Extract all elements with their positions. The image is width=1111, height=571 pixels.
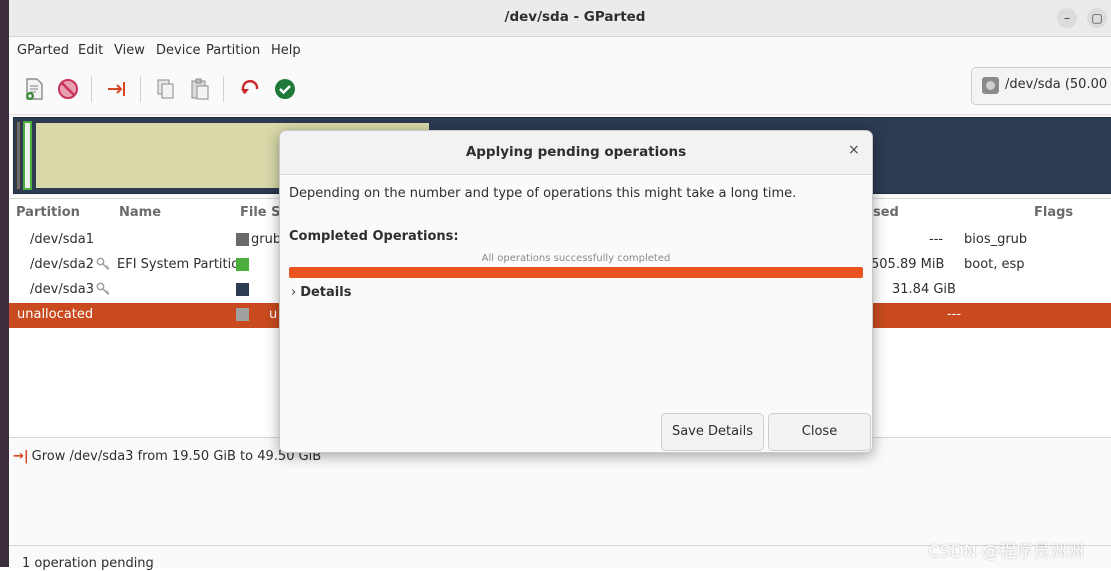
details-label: Details bbox=[300, 285, 352, 300]
partition-filesystem: u bbox=[269, 307, 278, 322]
key-icon bbox=[96, 282, 110, 295]
pending-operation-item[interactable]: →| Grow /dev/sda3 from 19.50 GiB to 49.50… bbox=[13, 449, 321, 464]
applying-operations-dialog: Applying pending operations × Depending … bbox=[279, 130, 873, 453]
partition-name: EFI System Partition bbox=[117, 257, 248, 272]
menu-partition[interactable]: Partition bbox=[206, 43, 260, 58]
title-bar: /dev/sda - GParted – ▢ bbox=[9, 0, 1111, 37]
column-header-partition[interactable]: Partition bbox=[16, 205, 80, 220]
partition-path: /dev/sda2 bbox=[30, 257, 94, 272]
menu-device[interactable]: Device bbox=[156, 43, 200, 58]
filesystem-color-swatch bbox=[236, 233, 249, 246]
partition-used: 31.84 GiB bbox=[892, 282, 956, 297]
resize-move-icon[interactable] bbox=[105, 77, 129, 101]
filesystem-color-swatch bbox=[236, 258, 249, 271]
details-expander[interactable]: › Details bbox=[291, 285, 351, 300]
copy-icon[interactable] bbox=[154, 77, 178, 101]
background-window-edge bbox=[0, 0, 9, 567]
status-text: 1 operation pending bbox=[22, 556, 154, 571]
undo-icon[interactable] bbox=[238, 77, 262, 101]
toolbar-separator bbox=[91, 76, 92, 102]
disk-segment-sda2[interactable] bbox=[23, 121, 32, 190]
column-header-flags[interactable]: Flags bbox=[1034, 205, 1073, 220]
dialog-message: Depending on the number and type of oper… bbox=[289, 186, 797, 201]
pending-operations-panel: →| Grow /dev/sda3 from 19.50 GiB to 49.50… bbox=[9, 437, 1111, 546]
filesystem-color-swatch bbox=[236, 308, 249, 321]
dialog-header: Applying pending operations × bbox=[280, 131, 872, 175]
partition-flags: bios_grub bbox=[964, 232, 1028, 247]
dialog-title: Applying pending operations bbox=[465, 144, 687, 160]
window-title: /dev/sda - GParted bbox=[504, 9, 646, 25]
progress-bar-fill bbox=[289, 267, 863, 278]
partition-path: /dev/sda1 bbox=[30, 232, 94, 247]
watermark-text: CSDN @程序员洲洲 bbox=[928, 542, 1084, 562]
menu-help[interactable]: Help bbox=[271, 43, 301, 58]
menu-bar: GParted Edit View Device Partition Help bbox=[9, 37, 1111, 64]
partition-path: unallocated bbox=[17, 307, 94, 322]
delete-partition-icon[interactable] bbox=[56, 77, 80, 101]
maximize-button[interactable]: ▢ bbox=[1087, 8, 1107, 28]
progress-text: All operations successfully completed bbox=[481, 253, 671, 264]
partition-filesystem: grub bbox=[251, 232, 282, 247]
partition-used: --- bbox=[929, 232, 944, 247]
toolbar-separator bbox=[140, 76, 141, 102]
toolbar-separator bbox=[223, 76, 224, 102]
menu-edit[interactable]: Edit bbox=[78, 43, 103, 58]
device-selector-label: /dev/sda (50.00 GiB bbox=[1005, 77, 1111, 92]
completed-operations-label: Completed Operations: bbox=[289, 229, 459, 244]
pending-operation-text: Grow /dev/sda3 from 19.50 GiB to 49.50 G… bbox=[31, 449, 322, 464]
toolbar: /dev/sda (50.00 GiB bbox=[9, 64, 1111, 115]
column-header-name[interactable]: Name bbox=[119, 205, 161, 220]
menu-view[interactable]: View bbox=[114, 43, 145, 58]
minimize-button[interactable]: – bbox=[1057, 8, 1077, 28]
new-partition-icon[interactable] bbox=[22, 77, 46, 101]
progress-bar bbox=[289, 267, 863, 278]
partition-path: /dev/sda3 bbox=[30, 282, 94, 297]
dialog-close-icon[interactable]: × bbox=[848, 142, 860, 158]
save-details-button[interactable]: Save Details bbox=[661, 413, 764, 451]
apply-icon[interactable] bbox=[273, 77, 297, 101]
close-button[interactable]: Close bbox=[768, 413, 871, 451]
chevron-right-icon: › bbox=[291, 285, 297, 300]
disk-segment-sda1[interactable] bbox=[16, 121, 21, 190]
menu-gparted[interactable]: GParted bbox=[17, 43, 69, 58]
column-header-used[interactable]: sed bbox=[873, 205, 899, 220]
partition-used: 505.89 MiB bbox=[871, 257, 945, 272]
resize-arrow-icon: →| bbox=[13, 449, 29, 464]
paste-icon[interactable] bbox=[188, 77, 212, 101]
filesystem-color-swatch bbox=[236, 283, 249, 296]
partition-used: --- bbox=[947, 307, 962, 322]
device-selector[interactable]: /dev/sda (50.00 GiB bbox=[971, 67, 1111, 105]
partition-flags: boot, esp bbox=[964, 257, 1025, 272]
key-icon bbox=[96, 257, 110, 270]
hard-disk-icon bbox=[982, 77, 999, 94]
